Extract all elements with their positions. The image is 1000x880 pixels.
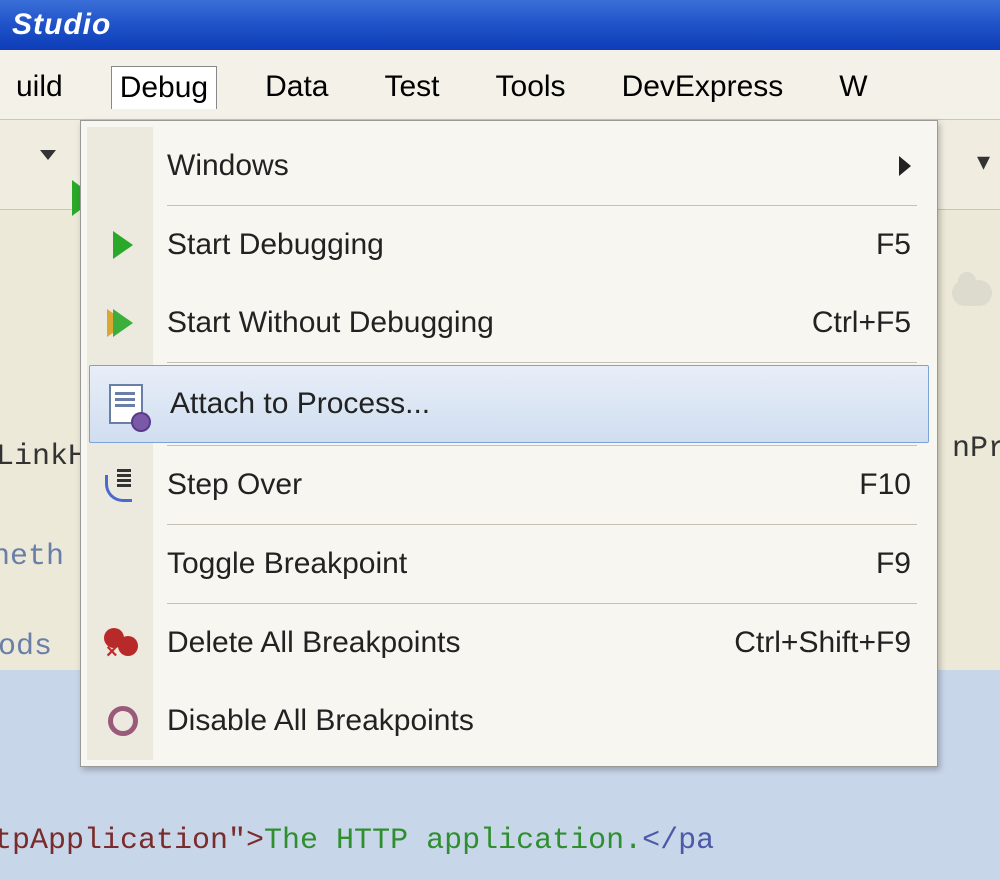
menu-separator: [167, 362, 917, 363]
toolbar-overflow-icon[interactable]: ▾: [977, 146, 990, 177]
menu-shortcut: F5: [711, 228, 911, 262]
cloud-icon: [952, 280, 992, 306]
menu-item-disable-all-breakpoints[interactable]: Disable All Breakpoints: [87, 682, 931, 760]
blank-icon: [101, 144, 145, 188]
play-icon: [101, 223, 145, 267]
code-line-bottom: tpApplication">The HTTP application.</pa: [0, 824, 714, 858]
code-fragment: ods: [0, 620, 52, 674]
menu-shortcut: F9: [711, 547, 911, 581]
code-fragment-right: nPr: [952, 432, 1000, 466]
code-attr: tpApplication">: [0, 824, 264, 858]
menu-item-attach-to-process[interactable]: Attach to Process...: [89, 365, 929, 443]
menu-label: Step Over: [167, 468, 711, 502]
window-title: Studio: [12, 8, 111, 41]
menu-devexpress[interactable]: DevExpress: [614, 66, 792, 109]
menu-item-start-debugging[interactable]: Start Debugging F5: [87, 206, 931, 284]
menu-label: Windows: [167, 149, 889, 183]
step-over-icon: [101, 463, 145, 507]
menu-item-windows[interactable]: Windows: [87, 127, 931, 205]
blank-icon: [101, 542, 145, 586]
menu-item-delete-all-breakpoints[interactable]: × Delete All Breakpoints Ctrl+Shift+F9: [87, 604, 931, 682]
menu-label: Toggle Breakpoint: [167, 547, 711, 581]
code-text: The HTTP application.: [264, 824, 642, 858]
debug-dropdown-menu: Windows Start Debugging F5 Start Without…: [80, 120, 938, 767]
dropdown-arrow-icon[interactable]: [40, 150, 56, 160]
menu-item-start-without-debugging[interactable]: Start Without Debugging Ctrl+F5: [87, 284, 931, 362]
menu-data[interactable]: Data: [257, 66, 336, 109]
code-fragment: neth: [0, 530, 64, 584]
document-gear-icon: [104, 382, 148, 426]
window-titlebar: Studio: [0, 0, 1000, 50]
menu-shortcut: F10: [711, 468, 911, 502]
menu-bar: uild Debug Data Test Tools DevExpress W: [0, 50, 1000, 120]
menu-shortcut: Ctrl+Shift+F9: [711, 626, 911, 660]
menu-shortcut: Ctrl+F5: [711, 306, 911, 340]
menu-item-toggle-breakpoint[interactable]: Toggle Breakpoint F9: [87, 525, 931, 603]
menu-label: Start Without Debugging: [167, 306, 711, 340]
menu-tools[interactable]: Tools: [488, 66, 574, 109]
menu-build[interactable]: uild: [8, 66, 71, 109]
code-closetag: </pa: [642, 824, 714, 858]
menu-label: Start Debugging: [167, 228, 711, 262]
menu-item-step-over[interactable]: Step Over F10: [87, 446, 931, 524]
circle-outline-icon: [101, 699, 145, 743]
submenu-arrow-icon: [899, 156, 911, 176]
play-outline-icon: [101, 301, 145, 345]
breakpoints-delete-icon: ×: [101, 621, 145, 665]
menu-window-fragment[interactable]: W: [831, 66, 875, 109]
menu-label: Disable All Breakpoints: [167, 704, 711, 738]
menu-label: Attach to Process...: [170, 387, 708, 421]
code-fragment: LinkH: [0, 430, 86, 484]
menu-label: Delete All Breakpoints: [167, 626, 711, 660]
menu-test[interactable]: Test: [376, 66, 447, 109]
menu-debug[interactable]: Debug: [111, 66, 217, 109]
